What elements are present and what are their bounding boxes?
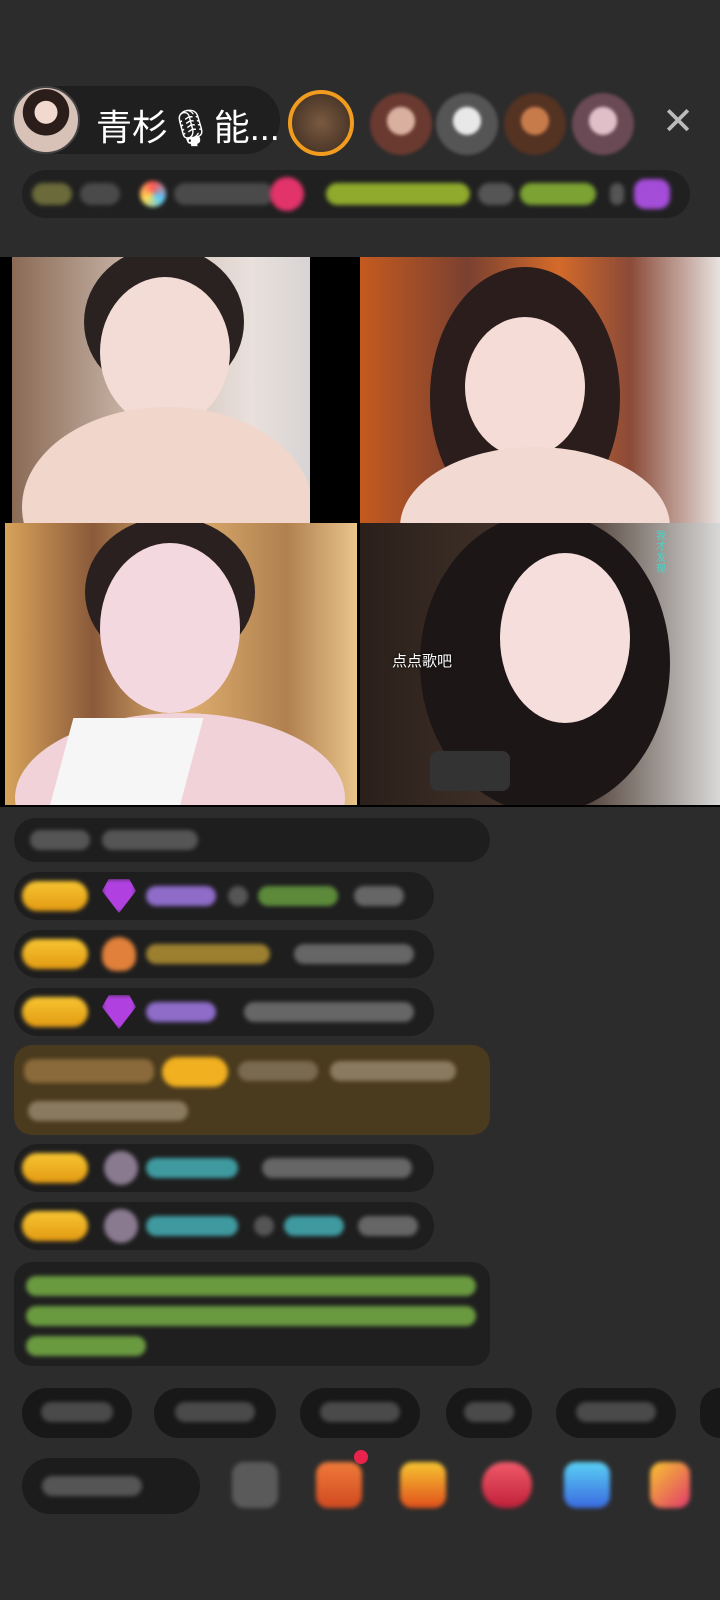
- gem-icon: [102, 995, 136, 1029]
- mention: [284, 1216, 344, 1236]
- info-chip-1: [32, 183, 72, 205]
- streamer-4-face: [500, 553, 630, 723]
- chat-text: [254, 1216, 274, 1236]
- streamer-2-face: [465, 317, 585, 457]
- video-tile-2[interactable]: [360, 257, 720, 525]
- mention: [258, 886, 338, 906]
- gift-notice[interactable]: [14, 1045, 490, 1135]
- chat-message-1[interactable]: [14, 872, 434, 920]
- system-text: [26, 1306, 476, 1326]
- treasure-icon[interactable]: [400, 1462, 446, 1508]
- info-chip-5: [270, 177, 304, 211]
- more-icon[interactable]: [650, 1462, 690, 1508]
- gift-icon[interactable]: [316, 1462, 362, 1508]
- quick-reply-1[interactable]: [22, 1388, 132, 1438]
- video-tile-1[interactable]: [12, 257, 310, 525]
- info-chip-10: [634, 179, 670, 209]
- top-viewer-avatar-1[interactable]: [288, 90, 354, 156]
- close-icon[interactable]: ✕: [656, 100, 700, 144]
- video-grid: [0, 257, 720, 807]
- chat-message-2[interactable]: [14, 930, 434, 978]
- quick-reply-6[interactable]: [700, 1388, 720, 1438]
- info-chip-2: [80, 183, 120, 205]
- system-notice: [14, 1262, 490, 1366]
- noble-badge: [24, 1059, 154, 1083]
- level-badge: [22, 881, 88, 911]
- username: [238, 1061, 318, 1081]
- top-viewer-avatar-2[interactable]: [370, 93, 432, 155]
- song-request-hint: 点点歌吧: [392, 653, 453, 670]
- gem-icon: [102, 879, 136, 913]
- system-text: [26, 1336, 146, 1356]
- chat-message-welcome: [14, 818, 490, 862]
- gift-notification-dot: [354, 1450, 368, 1464]
- share-icon[interactable]: [564, 1462, 610, 1508]
- quick-reply-4[interactable]: [446, 1388, 532, 1438]
- streamer-3-face: [100, 543, 240, 713]
- chat-text: [330, 1061, 456, 1081]
- streamer-3-dress: [46, 718, 204, 805]
- info-chip-6: [326, 183, 470, 205]
- info-chip-9: [610, 183, 624, 205]
- info-chip-4: [174, 183, 274, 205]
- streamer-1-face: [100, 277, 230, 427]
- gem-icon: [102, 937, 136, 971]
- chat-text: [262, 1158, 412, 1178]
- host-avatar[interactable]: [12, 86, 80, 154]
- chat-text: [244, 1002, 414, 1022]
- quick-reply-3[interactable]: [300, 1388, 420, 1438]
- message-icon[interactable]: [482, 1462, 532, 1508]
- info-chip-8: [520, 183, 596, 205]
- top-viewer-avatar-5[interactable]: [572, 93, 634, 155]
- tile-badge: 我才发现: [656, 531, 666, 575]
- chat-message-5[interactable]: [14, 1202, 434, 1250]
- chat-text: [30, 830, 90, 850]
- streamer-4-mic: [430, 751, 510, 791]
- system-text: [26, 1276, 476, 1296]
- room-info-bar[interactable]: [22, 170, 690, 218]
- chat-text: [228, 886, 248, 906]
- avatar: [104, 1209, 138, 1243]
- chat-text: [358, 1216, 418, 1236]
- quick-reply-2[interactable]: [154, 1388, 276, 1438]
- level-badge: [22, 1153, 88, 1183]
- chat-text: [28, 1101, 188, 1121]
- chat-message-3[interactable]: [14, 988, 434, 1036]
- chat-input-placeholder: [42, 1476, 142, 1496]
- host-name: 青杉🎙能...: [96, 107, 280, 148]
- top-viewer-avatar-3[interactable]: [436, 93, 498, 155]
- avatar: [104, 1151, 138, 1185]
- video-tile-3[interactable]: [5, 523, 357, 805]
- streamer-1-body: [22, 407, 310, 525]
- username: [146, 886, 216, 906]
- quick-reply-5[interactable]: [556, 1388, 676, 1438]
- emoji-icon[interactable]: [232, 1462, 278, 1508]
- username: [146, 1158, 238, 1178]
- username: [146, 1216, 238, 1236]
- chat-text: [354, 886, 404, 906]
- info-chip-7: [478, 183, 514, 205]
- top-viewer-avatar-4[interactable]: [504, 93, 566, 155]
- chat-text: [102, 830, 198, 850]
- level-badge: [22, 997, 88, 1027]
- level-badge: [22, 939, 88, 969]
- username: [146, 944, 270, 964]
- chat-input[interactable]: [22, 1458, 200, 1514]
- username: [146, 1002, 216, 1022]
- chat-text: [294, 944, 414, 964]
- chat-message-4[interactable]: [14, 1144, 434, 1192]
- level-badge: [162, 1057, 228, 1087]
- level-badge: [22, 1211, 88, 1241]
- info-chip-3: [140, 181, 166, 207]
